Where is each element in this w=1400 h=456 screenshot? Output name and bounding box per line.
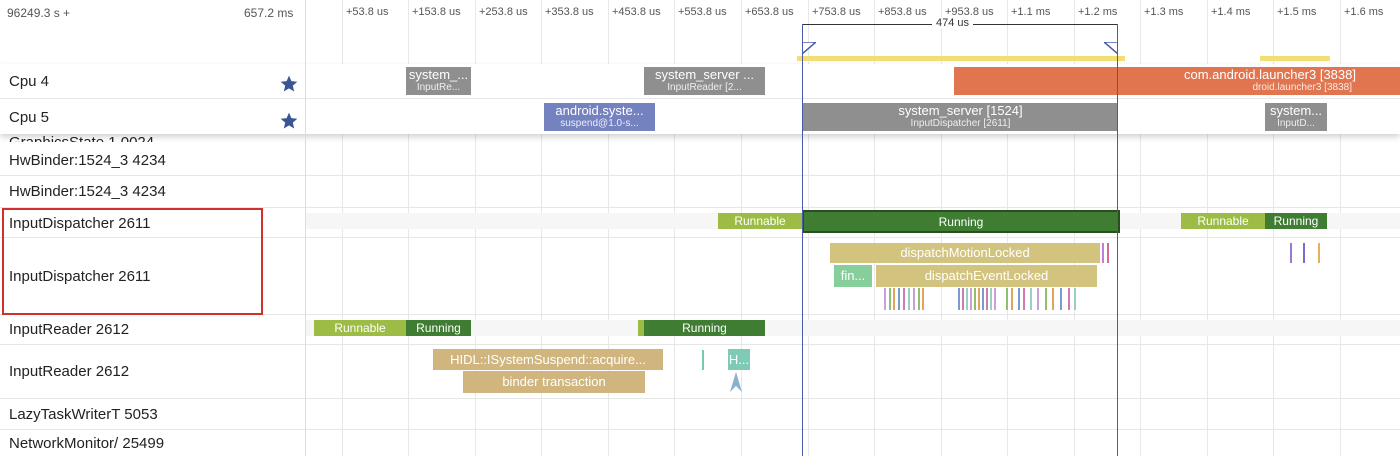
event-mark: [974, 288, 976, 310]
slice-fin[interactable]: fin...: [834, 265, 872, 287]
event-mark: [1006, 288, 1008, 310]
axis-tick-label: +1.5 ms: [1277, 6, 1317, 18]
event-mark: [986, 288, 988, 310]
track-label-inputreader[interactable]: InputReader 2612: [0, 315, 305, 344]
track-label-lazytaskwriter[interactable]: LazyTaskWriterT 5053: [0, 399, 305, 429]
event-mark: [884, 288, 886, 310]
event-mark: [1045, 288, 1047, 310]
selection-right-handle-icon[interactable]: [1104, 42, 1118, 54]
event-mark: [1318, 243, 1320, 263]
event-mark: [893, 288, 895, 310]
axis-tick-label: +753.8 us: [812, 6, 861, 18]
event-mark: [1023, 288, 1025, 310]
axis-tick-label: +553.8 us: [678, 6, 727, 18]
track-label-inputreader[interactable]: InputReader 2612: [0, 345, 305, 398]
event-mark: [990, 288, 992, 310]
window-duration-label: 657.2 ms: [244, 6, 294, 20]
event-mark: [913, 288, 915, 310]
event-mark: [1290, 243, 1292, 263]
axis-tick-label: +1.1 ms: [1011, 6, 1051, 18]
highlight-box: [2, 208, 263, 315]
axis-tick-label: +853.8 us: [878, 6, 927, 18]
event-mark: [962, 288, 964, 310]
label-column-divider: [305, 0, 306, 456]
axis-tick-label: +1.2 ms: [1078, 6, 1118, 18]
slice-hidl-acquire[interactable]: HIDL::ISystemSuspend::acquire...: [433, 349, 663, 370]
event-mark: [994, 288, 996, 310]
selection-line-right[interactable]: [1117, 24, 1118, 456]
state-running-selected[interactable]: Running: [802, 210, 1120, 233]
state-running[interactable]: Running: [406, 320, 471, 336]
cpu5-slice-suspend[interactable]: android.syste... suspend@1.0-s...: [544, 103, 655, 131]
axis-tick-label: +53.8 us: [346, 6, 389, 18]
state-runnable[interactable]: Runnable: [718, 213, 802, 229]
event-mark: [702, 350, 704, 370]
event-mark: [1303, 243, 1305, 263]
event-mark: [1037, 288, 1039, 310]
event-mark: [1107, 243, 1109, 263]
event-mark: [966, 288, 968, 310]
axis-tick-label: +253.8 us: [479, 6, 528, 18]
track-label-cpu5[interactable]: Cpu 5: [0, 100, 305, 134]
event-mark: [898, 288, 900, 310]
axis-tick-label: +353.8 us: [545, 6, 594, 18]
flow-arrow-icon[interactable]: [729, 372, 743, 392]
track-label-cpu4[interactable]: Cpu 4: [0, 64, 305, 98]
axis-tick-label: +653.8 us: [745, 6, 794, 18]
axis-tick-label: +1.3 ms: [1144, 6, 1184, 18]
highlight-bar: [797, 56, 1125, 61]
event-mark: [978, 288, 980, 310]
slice-dispatch-event[interactable]: dispatchEventLocked: [876, 265, 1097, 287]
axis-tick-label: +1.4 ms: [1211, 6, 1251, 18]
slice-h[interactable]: H...: [728, 349, 750, 370]
state-running[interactable]: Running: [644, 320, 765, 336]
axis-tick-label: +153.8 us: [412, 6, 461, 18]
event-mark: [908, 288, 910, 310]
event-mark: [922, 288, 924, 310]
cpu4-slice-launcher[interactable]: com.android.launcher3 [3838] droid.launch…: [954, 67, 1400, 95]
selection-left-handle-icon[interactable]: [802, 42, 816, 54]
slice-dispatch-motion[interactable]: dispatchMotionLocked: [830, 243, 1100, 263]
event-mark: [958, 288, 960, 310]
event-mark: [903, 288, 905, 310]
event-mark: [1060, 288, 1062, 310]
event-mark: [1074, 288, 1076, 310]
slice-binder-transaction[interactable]: binder transaction: [463, 371, 645, 393]
track-label-hwbinder[interactable]: HwBinder:1524_3 4234: [0, 176, 305, 206]
event-mark: [918, 288, 920, 310]
selection-duration-label: 474 us: [932, 17, 974, 29]
cpu5-slice[interactable]: system_server [1524] InputDispatcher [261…: [803, 103, 1118, 131]
state-runnable[interactable]: Runnable: [314, 320, 406, 336]
perfetto-timeline: 96249.3 s + 657.2 ms +53.8 us +153.8 us +2…: [0, 0, 1400, 456]
axis-tick-label: +1.6 ms: [1344, 6, 1384, 18]
cpu5-slice[interactable]: system... InputD...: [1265, 103, 1327, 131]
event-mark: [1018, 288, 1020, 310]
event-mark: [970, 288, 972, 310]
cpu4-slice[interactable]: system_server ... InputReader [2...: [644, 67, 765, 95]
event-mark: [1068, 288, 1070, 310]
selection-line-left[interactable]: [802, 24, 803, 456]
event-mark: [1052, 288, 1054, 310]
event-mark: [1011, 288, 1013, 310]
track-label-hwbinder[interactable]: HwBinder:1524_3 4234: [0, 145, 305, 175]
event-mark: [1102, 243, 1104, 263]
star-icon[interactable]: [279, 111, 299, 131]
selection-measure[interactable]: 474 us: [802, 17, 1118, 56]
state-running[interactable]: Running: [1265, 213, 1327, 229]
highlight-bar-2: [1260, 56, 1330, 61]
cpu4-slice[interactable]: system_... InputRe...: [406, 67, 471, 95]
event-mark: [1030, 288, 1032, 310]
time-offset-label: 96249.3 s +: [7, 6, 71, 20]
event-mark: [982, 288, 984, 310]
track-label-networkmonitor[interactable]: NetworkMonitor/ 25499: [0, 430, 305, 456]
star-icon[interactable]: [279, 74, 299, 94]
axis-tick-label: +453.8 us: [612, 6, 661, 18]
event-mark: [889, 288, 891, 310]
state-runnable[interactable]: Runnable: [1181, 213, 1265, 229]
